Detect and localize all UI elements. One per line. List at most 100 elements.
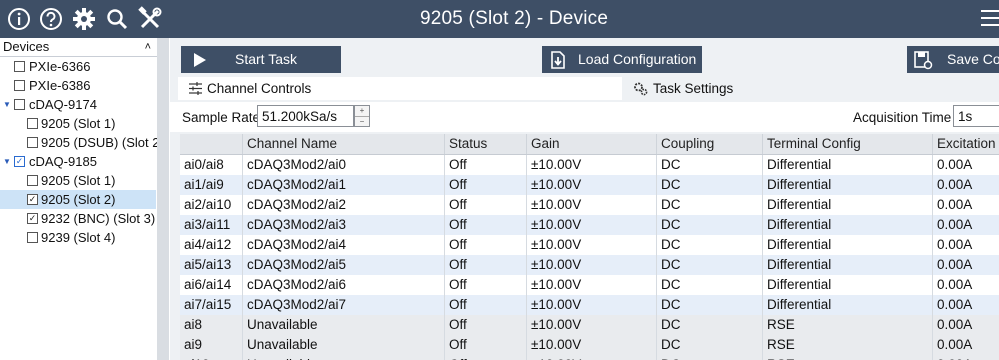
coupling-cell[interactable]: DC (656, 215, 762, 235)
terminal-config-cell[interactable]: Differential (762, 235, 932, 255)
checkbox[interactable] (27, 137, 38, 148)
status-cell[interactable]: Off (444, 155, 526, 175)
terminal-config-cell[interactable]: Differential (762, 275, 932, 295)
terminal-config-cell[interactable]: Differential (762, 175, 932, 195)
channel-name-cell[interactable]: cDAQ3Mod2/ai5 (242, 255, 444, 275)
gain-cell[interactable]: ±10.00V (526, 255, 656, 275)
terminal-config-cell[interactable]: RSE (762, 315, 932, 335)
gain-cell[interactable]: ±10.00V (526, 215, 656, 235)
coupling-cell[interactable]: DC (656, 195, 762, 215)
status-cell[interactable]: Off (444, 195, 526, 215)
coupling-cell[interactable]: DC (656, 275, 762, 295)
coupling-cell[interactable]: DC (656, 295, 762, 315)
tree-item-9205-slot2-selected[interactable]: ✓ 9205 (Slot 2) (0, 190, 156, 209)
table-row[interactable]: ai0/ai8 cDAQ3Mod2/ai0 Off ±10.00V DC Differen… (180, 155, 999, 175)
checkbox[interactable] (14, 61, 25, 72)
channel-name-cell[interactable]: Unavailable (242, 355, 444, 360)
status-cell[interactable]: Off (444, 235, 526, 255)
tree-item-9239-slot4[interactable]: 9239 (Slot 4) (0, 228, 156, 247)
checkbox-checked[interactable]: ✓ (27, 194, 38, 205)
status-cell[interactable]: Off (444, 355, 526, 360)
collapse-caret-icon[interactable]: ˄ (145, 38, 151, 56)
excitation-cell[interactable]: 0.00A (932, 235, 999, 255)
checkbox[interactable] (14, 80, 25, 91)
table-row[interactable]: ai3/ai11 cDAQ3Mod2/ai3 Off ±10.00V DC Differe… (180, 215, 999, 235)
acquisition-time-input[interactable]: 1s (953, 105, 999, 127)
channel-name-cell[interactable]: cDAQ3Mod2/ai4 (242, 235, 444, 255)
terminal-config-cell[interactable]: RSE (762, 335, 932, 355)
tree-item-cdaq-9185[interactable]: ▼ ✓ cDAQ-9185 (0, 152, 156, 171)
excitation-cell[interactable]: 0.00A (932, 155, 999, 175)
status-cell[interactable]: Off (444, 275, 526, 295)
search-icon[interactable] (104, 6, 130, 32)
table-row[interactable]: ai6/ai14 cDAQ3Mod2/ai6 Off ±10.00V DC Differe… (180, 275, 999, 295)
table-row[interactable]: ai10UnavailableOff±10.00VDCRSE0.00A (180, 355, 999, 360)
column-header-channel[interactable] (180, 134, 242, 154)
coupling-cell[interactable]: DC (656, 315, 762, 335)
gain-cell[interactable]: ±10.00V (526, 335, 656, 355)
channel-name-cell[interactable]: cDAQ3Mod2/ai0 (242, 155, 444, 175)
status-cell[interactable]: Off (444, 215, 526, 235)
excitation-cell[interactable]: 0.00A (932, 195, 999, 215)
gain-cell[interactable]: ±10.00V (526, 275, 656, 295)
info-icon[interactable] (6, 6, 32, 32)
coupling-cell[interactable]: DC (656, 255, 762, 275)
gain-cell[interactable]: ±10.00V (526, 195, 656, 215)
table-row[interactable]: ai8 Unavailable Off ±10.00V DC RSE 0.00A (180, 315, 999, 335)
terminal-config-cell[interactable]: Differential (762, 155, 932, 175)
sample-rate-input[interactable]: 51.200kSa/s (257, 105, 354, 127)
excitation-cell[interactable]: 0.00A (932, 335, 999, 355)
status-cell[interactable]: Off (444, 255, 526, 275)
channel-name-cell[interactable]: cDAQ3Mod2/ai7 (242, 295, 444, 315)
tree-item-pxie-6366[interactable]: PXIe-6366 (0, 57, 156, 76)
table-row[interactable]: ai7/ai15 cDAQ3Mod2/ai7 Off ±10.00V DC Differe… (180, 295, 999, 315)
channel-name-cell[interactable]: cDAQ3Mod2/ai2 (242, 195, 444, 215)
tree-item-9205-slot1-b[interactable]: 9205 (Slot 1) (0, 171, 156, 190)
column-header-channel-name[interactable]: Channel Name (242, 134, 444, 154)
status-cell[interactable]: Off (444, 295, 526, 315)
tree-item-cdaq-9174[interactable]: ▼ cDAQ-9174 (0, 95, 156, 114)
excitation-cell[interactable]: 0.00A (932, 175, 999, 195)
tools-icon[interactable] (137, 6, 163, 32)
increment-icon[interactable]: + (355, 106, 369, 117)
coupling-cell[interactable]: DC (656, 235, 762, 255)
excitation-cell[interactable]: 0.00A (932, 275, 999, 295)
channel-name-cell[interactable]: Unavailable (242, 315, 444, 335)
checkbox[interactable] (14, 99, 25, 110)
checkbox-checked[interactable]: ✓ (27, 213, 38, 224)
terminal-config-cell[interactable]: Differential (762, 295, 932, 315)
table-row[interactable]: ai9 Unavailable Off ±10.00V DC RSE 0.00A (180, 335, 999, 355)
gain-cell[interactable]: ±10.00V (526, 355, 656, 360)
excitation-cell[interactable]: 0.00A (932, 295, 999, 315)
help-icon[interactable] (38, 6, 64, 32)
gain-cell[interactable]: ±10.00V (526, 155, 656, 175)
tree-item-9232-bnc-slot3[interactable]: ✓ 9232 (BNC) (Slot 3) (0, 209, 156, 228)
sample-rate-stepper[interactable]: + − (354, 105, 370, 127)
checkbox[interactable] (27, 232, 38, 243)
tree-item-pxie-6386[interactable]: PXIe-6386 (0, 76, 156, 95)
expand-triangle-icon[interactable]: ▼ (3, 152, 11, 171)
table-row[interactable]: ai5/ai13 cDAQ3Mod2/ai5 Off ±10.00V DC Differe… (180, 255, 999, 275)
terminal-config-cell[interactable]: Differential (762, 195, 932, 215)
terminal-config-cell[interactable]: RSE (762, 355, 932, 360)
excitation-cell[interactable]: 0.00A (932, 215, 999, 235)
channel-name-cell[interactable]: Unavailable (242, 335, 444, 355)
table-row[interactable]: ai1/ai9 cDAQ3Mod2/ai1 Off ±10.00V DC Differen… (180, 175, 999, 195)
status-cell[interactable]: Off (444, 315, 526, 335)
gain-cell[interactable]: ±10.00V (526, 315, 656, 335)
coupling-cell[interactable]: DC (656, 175, 762, 195)
checkbox-checked[interactable]: ✓ (14, 156, 25, 167)
excitation-cell[interactable]: 0.00A (932, 255, 999, 275)
channel-name-cell[interactable]: cDAQ3Mod2/ai6 (242, 275, 444, 295)
tab-task-settings[interactable]: Task Settings (633, 77, 793, 100)
gain-cell[interactable]: ±10.00V (526, 235, 656, 255)
sidebar-splitter[interactable] (157, 38, 169, 360)
gear-icon[interactable] (71, 6, 97, 32)
save-configuration-button[interactable]: Save Co (907, 46, 999, 73)
checkbox[interactable] (27, 175, 38, 186)
coupling-cell[interactable]: DC (656, 355, 762, 360)
terminal-config-cell[interactable]: Differential (762, 255, 932, 275)
terminal-config-cell[interactable]: Differential (762, 215, 932, 235)
gain-cell[interactable]: ±10.00V (526, 175, 656, 195)
expand-triangle-icon[interactable]: ▼ (3, 95, 11, 114)
